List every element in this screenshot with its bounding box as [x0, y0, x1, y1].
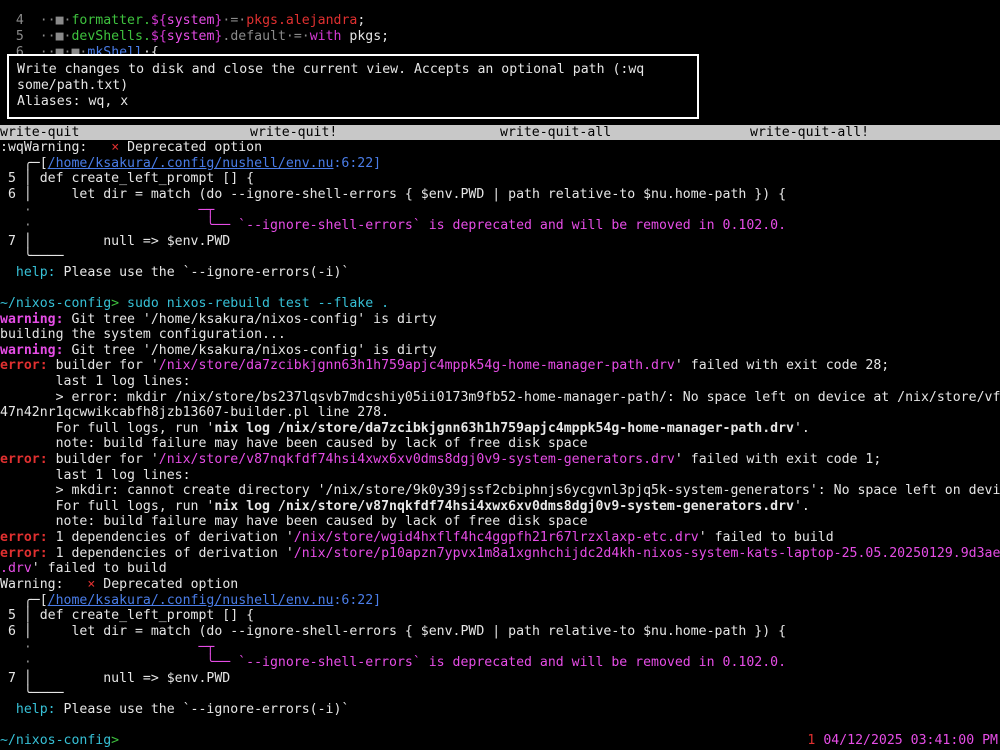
completion-item[interactable]: write-quit — [0, 125, 79, 140]
build-warning: warning: Git tree '/home/ksakura/nixos-c… — [0, 343, 437, 358]
code-line-7: 7 │ null => $env.PWD — [0, 671, 231, 686]
build-error-continued: .drv' failed to build — [0, 561, 167, 576]
help-line: help: Please use the `--ignore-errors(-i… — [0, 265, 350, 280]
build-error: error: builder for '/nix/store/v87nqkfdf… — [0, 452, 882, 467]
build-error: error: 1 dependencies of derivation '/ni… — [0, 546, 1000, 561]
completion-item[interactable]: write-quit-all! — [750, 125, 869, 140]
caret-top: ─┬ — [0, 640, 215, 655]
completion-bar: write-quit write-quit! write-quit-all wr… — [0, 125, 1000, 140]
build-error: error: 1 dependencies of derivation '/ni… — [0, 530, 834, 545]
build-line: 47n42nr1qcwwikcabfh8jzb13607-builder.pl … — [0, 405, 390, 420]
code-line-5: 5 │ def create_left_prompt [] { — [0, 171, 255, 186]
location-line: ╭─[/home/ksakura/.config/nushell/env.nu:… — [0, 593, 382, 608]
build-line: note: build failure may have been caused… — [0, 436, 588, 451]
block-close: ╰──── — [0, 686, 64, 701]
build-log-hint: For full logs, run 'nix log /nix/store/d… — [0, 421, 810, 436]
warning-line: Warning: × Deprecated option — [0, 577, 239, 592]
command-help-popup: Write changes to disk and close the curr… — [7, 54, 699, 119]
completion-item[interactable]: write-quit-all — [500, 125, 611, 140]
shell-prompt[interactable]: ~/nixos-config> — [0, 733, 119, 749]
build-error: error: builder for '/nix/store/da7zcibkj… — [0, 358, 890, 373]
shell-prompt: ~/nixos-config> sudo nixos-rebuild test … — [0, 296, 390, 311]
popup-line-3: Aliases: wq, x — [17, 94, 129, 109]
build-line: > error: mkdir /nix/store/bs237lqsvb7mdc… — [0, 390, 1000, 405]
block-close: ╰──── — [0, 249, 64, 264]
popup-line-1: Write changes to disk and close the curr… — [17, 62, 645, 77]
build-line: last 1 log lines: — [0, 468, 191, 483]
build-line: note: build failure may have been caused… — [0, 514, 588, 529]
completion-item[interactable]: write-quit! — [250, 125, 337, 140]
file-path-link[interactable]: /home/ksakura/.config/nushell/env.nu — [48, 156, 334, 171]
popup-line-2: some/path.txt) — [17, 78, 129, 93]
build-line: building the system configuration... — [0, 327, 286, 342]
prompt-right-status: 1 04/12/2025 03:41:00 PM — [807, 733, 998, 748]
code-line-6: 6 │ let dir = match (do --ignore-shell-e… — [0, 624, 787, 639]
location-line: ╭─[/home/ksakura/.config/nushell/env.nu:… — [0, 156, 382, 171]
editor-line-4: 4 ··■·formatter.${system}·=·pkgs.alejand… — [15, 12, 366, 28]
datetime: 04/12/2025 03:41:00 PM — [823, 733, 998, 748]
x-icon: × — [111, 140, 120, 155]
help-line: help: Please use the `--ignore-errors(-i… — [0, 702, 350, 717]
code-line-7: 7 │ null => $env.PWD — [0, 234, 231, 249]
build-line: > mkdir: cannot create directory '/nix/s… — [0, 483, 1000, 498]
code-line-5: 5 │ def create_left_prompt [] { — [0, 608, 255, 623]
warning-line: :wqWarning: × Deprecated option — [0, 140, 263, 155]
deprecation-message: ╰── `--ignore-shell-errors` is deprecate… — [0, 655, 787, 670]
caret-top: ─┬ — [0, 203, 215, 218]
build-log-hint: For full logs, run 'nix log /nix/store/v… — [0, 499, 810, 514]
build-line: last 1 log lines: — [0, 374, 191, 389]
deprecation-message: ╰── `--ignore-shell-errors` is deprecate… — [0, 218, 787, 233]
build-warning: warning: Git tree '/home/ksakura/nixos-c… — [0, 312, 437, 327]
file-path-link[interactable]: /home/ksakura/.config/nushell/env.nu — [48, 593, 334, 608]
editor-line-5: 5 ··■·devShells.${system}.default·=·with… — [15, 28, 390, 44]
editor-line-6: 6 ··■·■·mkShell·{ — [15, 44, 159, 60]
code-line-6: 6 │ let dir = match (do --ignore-shell-e… — [0, 187, 787, 202]
